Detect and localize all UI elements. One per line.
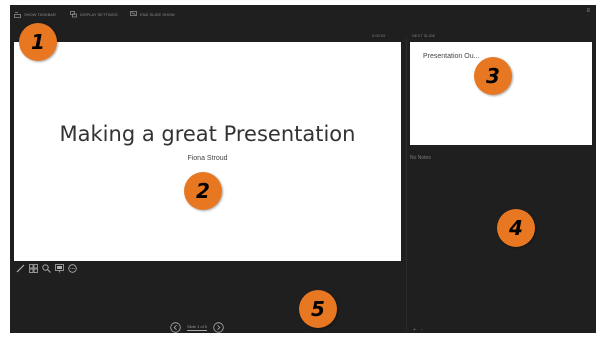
notes-pane[interactable]: No Notes [410, 155, 431, 161]
zoom-in-button[interactable]: + [413, 327, 416, 333]
menu-icon[interactable]: ≡ [586, 8, 590, 14]
next-slide-label: NEXT SLIDE [412, 33, 436, 38]
callout-badge-4: 4 [497, 209, 535, 247]
slide-subtitle: Fiona Stroud [187, 155, 228, 162]
end-slide-show-button[interactable]: END SLIDE SHOW [130, 9, 175, 19]
end-show-icon [130, 10, 137, 16]
current-slide[interactable]: Making a great Presentation Fiona Stroud [14, 42, 401, 261]
zoom-icon[interactable] [42, 263, 51, 273]
end-slide-show-label: END SLIDE SHOW [140, 11, 175, 17]
presenter-toolbar: SHOW TASKBAR DISPLAY SETTINGS END SLIDE … [10, 5, 596, 23]
pane-divider[interactable] [406, 38, 407, 330]
black-screen-icon[interactable] [55, 263, 64, 273]
presenter-view: SHOW TASKBAR DISPLAY SETTINGS END SLIDE … [10, 5, 596, 333]
callout-badge-1: 1 [19, 23, 57, 61]
slide-counter[interactable]: Slide 1 of 5 [187, 324, 208, 331]
display-settings-label: DISPLAY SETTINGS [80, 11, 118, 17]
callout-badge-3: 3 [474, 57, 512, 95]
view-all-slides-icon[interactable] [29, 263, 38, 273]
previous-slide-icon[interactable] [170, 321, 181, 333]
next-slide-title: Presentation Ou... [423, 53, 480, 60]
callout-badge-2: 2 [184, 172, 222, 210]
next-slide-icon[interactable] [213, 321, 224, 333]
show-taskbar-label: SHOW TASKBAR [24, 11, 56, 17]
slide-navigation: Slide 1 of 5 [170, 321, 224, 333]
more-options-icon[interactable] [68, 263, 77, 273]
notes-zoom-controls: + - [413, 327, 428, 333]
show-taskbar-button[interactable]: SHOW TASKBAR [14, 9, 56, 19]
pen-tool-icon[interactable] [16, 264, 25, 273]
display-settings-icon [70, 10, 77, 17]
zoom-out-button[interactable]: - [421, 327, 423, 333]
elapsed-timer: 0:00:09 [372, 33, 386, 38]
slide-tools [16, 261, 81, 275]
display-settings-button[interactable]: DISPLAY SETTINGS [70, 9, 118, 19]
callout-badge-5: 5 [299, 290, 337, 328]
slide-title: Making a great Presentation [59, 122, 356, 146]
taskbar-icon [14, 11, 21, 18]
next-slide-preview[interactable]: Presentation Ou... [410, 42, 592, 145]
